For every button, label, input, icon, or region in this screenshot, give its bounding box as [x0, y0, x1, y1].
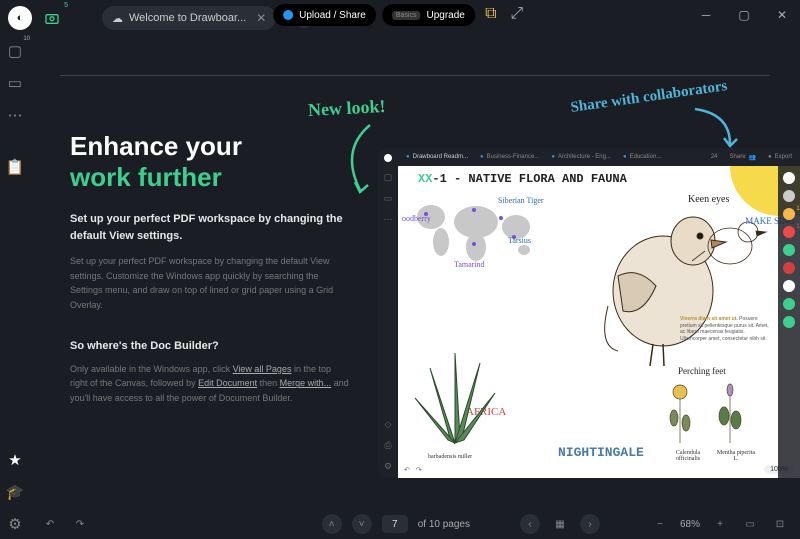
- preview-side-icon: ◇: [385, 419, 392, 430]
- preview-canvas: XX-1 - NATIVE FLORA AND FAUNA oodberry S…: [398, 166, 800, 478]
- preview-tab: ●Drawboard Readm...: [402, 154, 472, 160]
- annotation-new-look: New look!: [308, 96, 386, 121]
- undo-button[interactable]: ↶: [40, 514, 60, 534]
- tab-title: Welcome to Drawboar...: [129, 12, 246, 24]
- cursor-tool-icon: [783, 190, 795, 202]
- hand-tool-icon: [783, 172, 795, 184]
- grid-view-button[interactable]: ▦: [550, 514, 570, 534]
- add-tool-icon: [783, 298, 795, 310]
- zoom-label: 68%: [680, 519, 700, 530]
- lorem-block: Viverra diam sit amet ut. Posuere pretiu…: [680, 316, 770, 342]
- label-keeneyes: Keen eyes: [688, 194, 729, 205]
- redo-button[interactable]: ↷: [70, 514, 90, 534]
- hero-sub: Set up your perfect PDF workspace by cha…: [70, 254, 350, 312]
- next-button[interactable]: ›: [580, 514, 600, 534]
- app-preview: ▢ ▭ ⋯ ◇ ⎙ ⚙ ●Drawboard Readm... ●Busines…: [378, 148, 800, 478]
- page-down-button[interactable]: ˅: [352, 514, 372, 534]
- upgrade-button[interactable]: Basics Upgrade: [382, 4, 475, 26]
- page-total-label: of 10 pages: [418, 519, 470, 530]
- preview-side-icon: ▭: [384, 193, 393, 204]
- hero-title-line2: work further: [70, 162, 222, 192]
- hero-question: So where's the Doc Builder?: [70, 340, 350, 352]
- hero-answer: Only available in the Windows app, click…: [70, 362, 350, 405]
- document-tab[interactable]: ☁ Welcome to Drawboar... ✕: [102, 6, 276, 30]
- upload-label: Upload / Share: [299, 10, 366, 21]
- label-tarsius: Tarsius: [508, 236, 531, 245]
- cloud-icon: ☁: [112, 12, 123, 25]
- book-icon[interactable]: ▭: [6, 74, 24, 92]
- page-number-field[interactable]: 7: [382, 515, 408, 533]
- preview-tab: ●Business-Finance...: [476, 154, 543, 160]
- hero-title-line1: Enhance your: [70, 131, 242, 161]
- eraser-tool-icon: [783, 280, 795, 292]
- camera-icon[interactable]: [40, 6, 64, 30]
- graduation-icon[interactable]: 🎓: [6, 483, 24, 501]
- label-nightingale: NIGHTINGALE: [558, 445, 644, 460]
- canvas-title: XX-1 - NATIVE FLORA AND FAUNA: [418, 172, 627, 186]
- page-thumb-icon[interactable]: ▢: [6, 42, 24, 60]
- layers-icon[interactable]: ⧉: [481, 4, 501, 24]
- zoom-out-button[interactable]: −: [650, 514, 670, 534]
- settings-icon[interactable]: ⚙: [6, 515, 24, 533]
- close-window-button[interactable]: ✕: [772, 5, 792, 25]
- label-barb: barbadensis miller: [428, 454, 472, 460]
- preview-bottombar: ↶↷ 100%: [404, 465, 794, 474]
- zoom-in-button[interactable]: +: [710, 514, 730, 534]
- preview-side-icon: ▢: [384, 172, 393, 183]
- preview-tab: ●Education...: [619, 154, 665, 160]
- preview-tabs: ●Drawboard Readm... ●Business-Finance...…: [398, 148, 800, 166]
- hero-title: Enhance your work further: [70, 131, 350, 193]
- preview-tab: ●Architecture - Eng...: [547, 154, 615, 160]
- arrow-share: [690, 104, 750, 154]
- preview-side-icon: ⎙: [384, 440, 391, 451]
- hero-lead: Set up your perfect PDF workspace by cha…: [70, 211, 350, 244]
- label-calendula: Calendula officinalis: [668, 450, 708, 462]
- more-tool-icon: [783, 316, 795, 328]
- label-goodberry: oodberry: [402, 214, 431, 223]
- aloe-illustration: [410, 348, 500, 448]
- link-edit-document[interactable]: Edit Document: [198, 378, 257, 388]
- label-mentha: Mentha piperita L.: [716, 450, 756, 462]
- preview-logo-icon: [384, 154, 392, 162]
- preview-page-badge: 24: [707, 154, 722, 160]
- pen-tool-icon: 12: [783, 208, 795, 220]
- app-logo[interactable]: ◐: [8, 6, 32, 30]
- flowers-illustration: [660, 378, 760, 448]
- more-icon[interactable]: ⋯: [6, 106, 24, 124]
- label-siberian: Siberian Tiger: [498, 196, 544, 205]
- fit-page-button[interactable]: ⊡: [770, 514, 790, 534]
- fullscreen-icon[interactable]: ⤢: [507, 4, 527, 24]
- label-perching: Perching feet: [678, 366, 726, 376]
- close-tab-button[interactable]: ✕: [256, 11, 266, 25]
- text-tool-icon: [783, 244, 795, 256]
- shape-tool-icon: [783, 262, 795, 274]
- link-merge-with[interactable]: Merge with...: [280, 378, 332, 388]
- preview-export: ● Export: [764, 154, 796, 160]
- minimize-button[interactable]: ─: [696, 5, 716, 25]
- preview-toolbar: 12 14: [778, 166, 800, 478]
- clipboard-icon[interactable]: 📋: [6, 158, 24, 176]
- preview-leftbar: ▢ ▭ ⋯ ◇ ⎙ ⚙: [378, 148, 398, 478]
- marker-tool-icon: 14: [783, 226, 795, 238]
- preview-share: Share 👥: [726, 154, 761, 161]
- link-view-all-pages[interactable]: View all Pages: [233, 364, 292, 374]
- upgrade-label: Upgrade: [426, 10, 464, 21]
- upload-share-button[interactable]: Upload / Share: [273, 4, 376, 26]
- label-tamarind: Tamarind: [454, 260, 485, 269]
- plan-badge: Basics: [392, 11, 421, 20]
- page-up-button[interactable]: ˄: [322, 514, 342, 534]
- preview-side-icon: ⚙: [384, 461, 392, 472]
- maximize-button[interactable]: ▢: [734, 5, 754, 25]
- prev-button[interactable]: ‹: [520, 514, 540, 534]
- fit-width-button[interactable]: ▭: [740, 514, 760, 534]
- star-icon[interactable]: ★: [6, 451, 24, 469]
- cloud-up-icon: [283, 10, 293, 20]
- preview-side-icon: ⋯: [384, 214, 393, 225]
